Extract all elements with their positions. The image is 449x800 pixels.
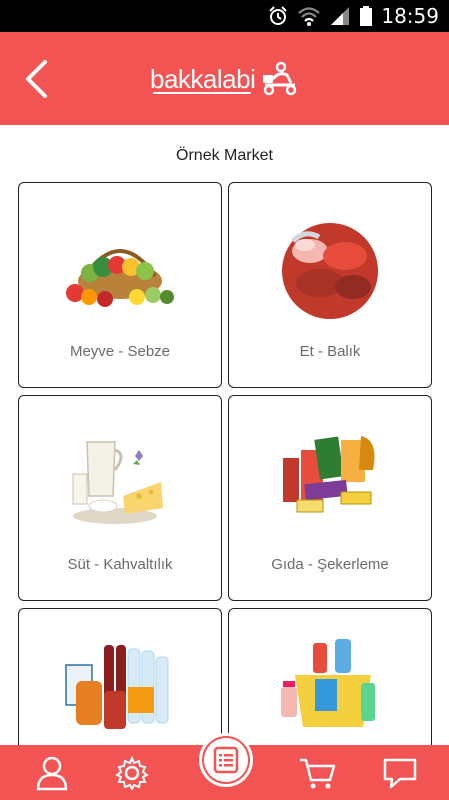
cleaning-supplies-image (281, 639, 375, 727)
category-card-fruit-vegetables[interactable]: Meyve - Sebze (18, 182, 222, 388)
category-card-cleaning[interactable] (228, 608, 432, 745)
list-icon (213, 746, 239, 774)
wifi-icon (298, 7, 321, 26)
status-time: 18:59 (381, 4, 439, 28)
category-label: Meyve - Sebze (69, 343, 171, 360)
signal-icon (331, 7, 350, 25)
category-card-meat-fish[interactable]: Et - Balık (228, 182, 432, 388)
nav-profile-button[interactable] (22, 745, 82, 800)
meat-fish-image (282, 223, 378, 319)
category-label: Et - Balık (299, 343, 361, 360)
app-logo: bakkalabi (150, 54, 300, 104)
scooter-icon (263, 61, 297, 96)
nav-list-button[interactable] (199, 733, 253, 787)
category-card-dairy-breakfast[interactable]: Süt - Kahvaltılık (18, 395, 222, 601)
store-title: Örnek Market (176, 147, 273, 164)
nav-settings-button[interactable] (102, 745, 162, 800)
cart-icon (300, 758, 336, 788)
category-grid: Meyve - Sebze Et - Balık Süt - Kahvaltıl… (0, 182, 449, 745)
logo-underline (153, 92, 251, 94)
gear-icon (115, 755, 149, 790)
alarm-icon (269, 6, 288, 25)
beverages-image (65, 645, 169, 729)
chevron-left-icon (26, 60, 47, 98)
logo-text: bakkalabi (150, 63, 256, 94)
chat-icon (383, 758, 417, 788)
user-icon (36, 756, 68, 790)
category-card-beverages[interactable] (18, 608, 222, 745)
status-bar: 18:59 (0, 0, 449, 32)
category-card-food-candy[interactable]: Gıda - Şekerleme (228, 395, 432, 601)
nav-messages-button[interactable] (370, 745, 430, 800)
category-label: Süt - Kahvaltılık (67, 556, 173, 573)
fruit-basket-image (66, 249, 174, 307)
back-button[interactable] (14, 54, 58, 104)
dairy-breakfast-image (72, 441, 163, 524)
food-candy-image (283, 436, 375, 513)
list-button-inner (204, 738, 248, 782)
battery-icon (360, 6, 373, 26)
app-header: bakkalabi (0, 32, 449, 125)
nav-cart-button[interactable] (287, 745, 347, 800)
category-label: Gıda - Şekerleme (271, 556, 389, 573)
